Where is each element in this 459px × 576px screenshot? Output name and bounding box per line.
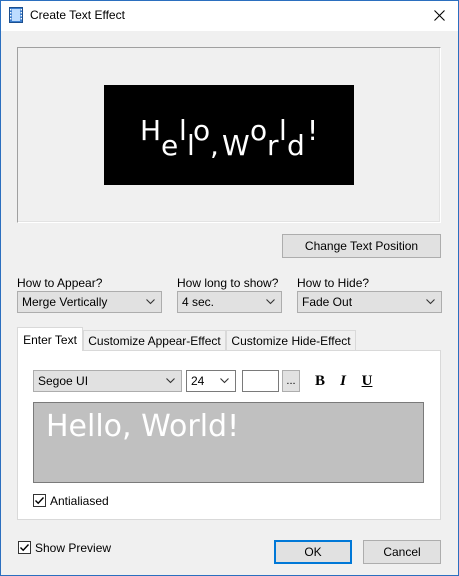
show-preview-label: Show Preview [35, 541, 112, 555]
preview-letter: l [179, 114, 187, 147]
preview-letter: H [140, 114, 161, 147]
chevron-down-icon [426, 299, 435, 305]
chevron-down-icon [146, 299, 155, 305]
hide-select-value: Fade Out [302, 295, 353, 309]
preview-letter: o [250, 114, 267, 147]
antialiased-label: Antialiased [50, 494, 109, 508]
text-input-value: Hello, World! [46, 409, 240, 444]
checkmark-icon [35, 497, 45, 505]
chevron-down-icon [220, 378, 229, 384]
chevron-down-icon [266, 299, 275, 305]
preview-letter: , [210, 129, 219, 162]
change-text-position-button[interactable]: Change Text Position [282, 234, 441, 258]
preview-text: H e l l o , W o r l d ! [140, 114, 318, 162]
antialiased-checkbox[interactable] [33, 494, 46, 507]
window-title: Create Text Effect [30, 8, 125, 22]
appear-select[interactable]: Merge Vertically [17, 291, 162, 313]
tab-customize-hide-effect[interactable]: Customize Hide-Effect [226, 330, 356, 350]
film-icon [9, 7, 23, 23]
font-size-value: 24 [191, 374, 205, 388]
preview-canvas[interactable]: H e l l o , W o r l d ! [104, 85, 354, 185]
bold-button[interactable]: B [312, 371, 328, 391]
preview-letter: d [287, 129, 305, 162]
underline-button[interactable]: U [359, 371, 375, 391]
font-family-select[interactable]: Segoe UI [33, 370, 182, 392]
italic-button[interactable]: I [335, 371, 351, 391]
hide-label: How to Hide? [297, 276, 370, 290]
tab-customize-appear-effect[interactable]: Customize Appear-Effect [83, 330, 226, 350]
preview-letter: ! [307, 114, 318, 147]
checkmark-icon [20, 544, 30, 552]
duration-label: How long to show? [177, 276, 279, 290]
close-button[interactable] [420, 1, 458, 30]
duration-select-value: 4 sec. [182, 295, 215, 309]
hide-select[interactable]: Fade Out [297, 291, 442, 313]
preview-letter: r [267, 129, 279, 162]
cancel-button[interactable]: Cancel [363, 540, 441, 564]
appear-label: How to Appear? [17, 276, 103, 290]
show-preview-checkbox[interactable] [18, 541, 31, 554]
preview-letter: l [279, 114, 287, 147]
preview-letter: o [193, 114, 210, 147]
duration-select[interactable]: 4 sec. [177, 291, 282, 313]
font-size-select[interactable]: 24 [186, 370, 236, 392]
text-input[interactable]: Hello, World! [33, 402, 424, 483]
color-picker-button[interactable]: ... [282, 370, 300, 392]
tab-enter-text[interactable]: Enter Text [17, 327, 83, 351]
appear-select-value: Merge Vertically [22, 295, 108, 309]
ok-button[interactable]: OK [274, 540, 352, 564]
chevron-down-icon [166, 378, 175, 384]
font-family-value: Segoe UI [38, 374, 89, 388]
preview-letter: e [161, 129, 178, 162]
close-icon [433, 10, 445, 21]
color-swatch[interactable] [242, 370, 279, 392]
preview-letter: W [222, 129, 250, 162]
